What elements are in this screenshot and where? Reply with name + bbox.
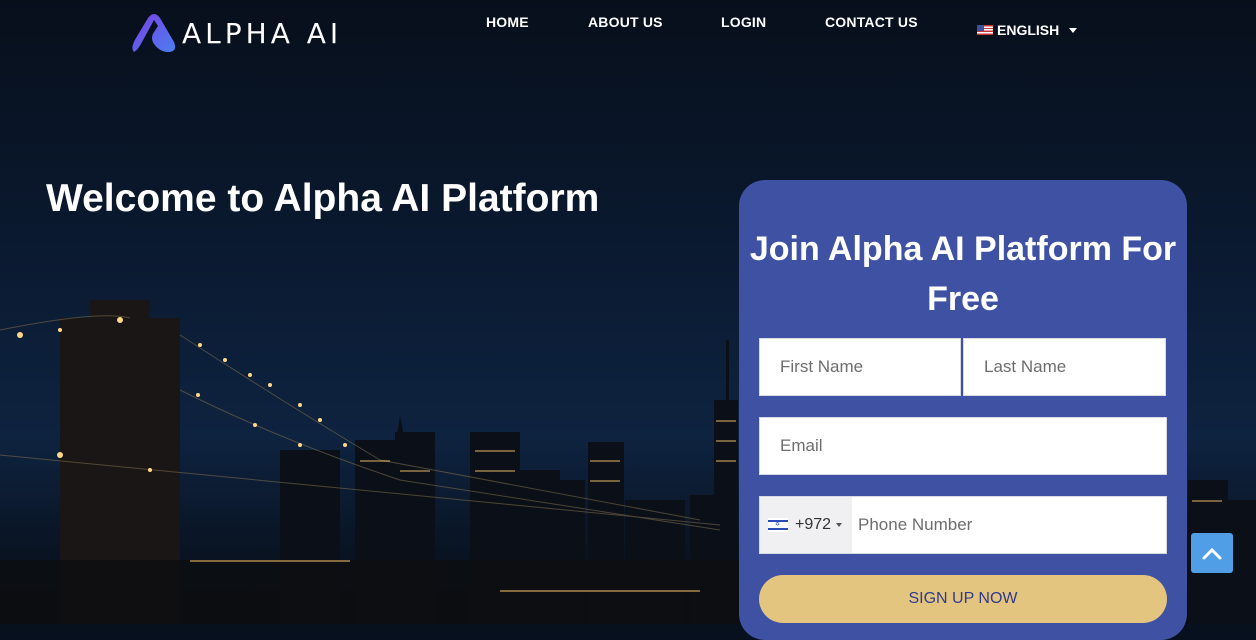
country-code-label: +972 (795, 516, 832, 533)
alpha-a-logo-icon (132, 14, 176, 52)
chevron-up-icon (1202, 547, 1222, 560)
email-field[interactable] (759, 417, 1167, 475)
israel-flag-icon: ✡ (768, 518, 788, 532)
us-flag-icon (977, 25, 993, 35)
nav-about-us[interactable]: ABOUT US (588, 14, 663, 30)
sign-up-button[interactable]: SIGN UP NOW (759, 575, 1167, 623)
site-header: ALPHA AI HOME ABOUT US LOGIN CONTACT US … (0, 0, 1256, 66)
phone-field-group: ✡ +972 (759, 496, 1167, 554)
nav-contact-us[interactable]: CONTACT US (825, 14, 918, 30)
phone-number-field[interactable] (852, 497, 1166, 553)
last-name-field[interactable] (963, 338, 1166, 396)
hero-title: Welcome to Alpha AI Platform (46, 177, 600, 220)
nav-login[interactable]: LOGIN (721, 14, 766, 30)
language-label: ENGLISH (997, 22, 1060, 38)
brand-logo[interactable]: ALPHA AI (128, 10, 342, 56)
first-name-field[interactable] (759, 338, 961, 396)
caret-down-icon (836, 523, 843, 527)
language-selector[interactable]: ENGLISH (977, 22, 1078, 38)
country-code-selector[interactable]: ✡ +972 (760, 497, 852, 553)
signup-title: Join Alpha AI Platform For Free (749, 230, 1177, 318)
signup-card: Join Alpha AI Platform For Free ✡ +972 S… (739, 180, 1187, 640)
nav-home[interactable]: HOME (486, 14, 529, 30)
brand-name: ALPHA AI (182, 16, 343, 50)
caret-down-icon (1069, 27, 1078, 33)
scroll-to-top-button[interactable] (1191, 533, 1233, 573)
